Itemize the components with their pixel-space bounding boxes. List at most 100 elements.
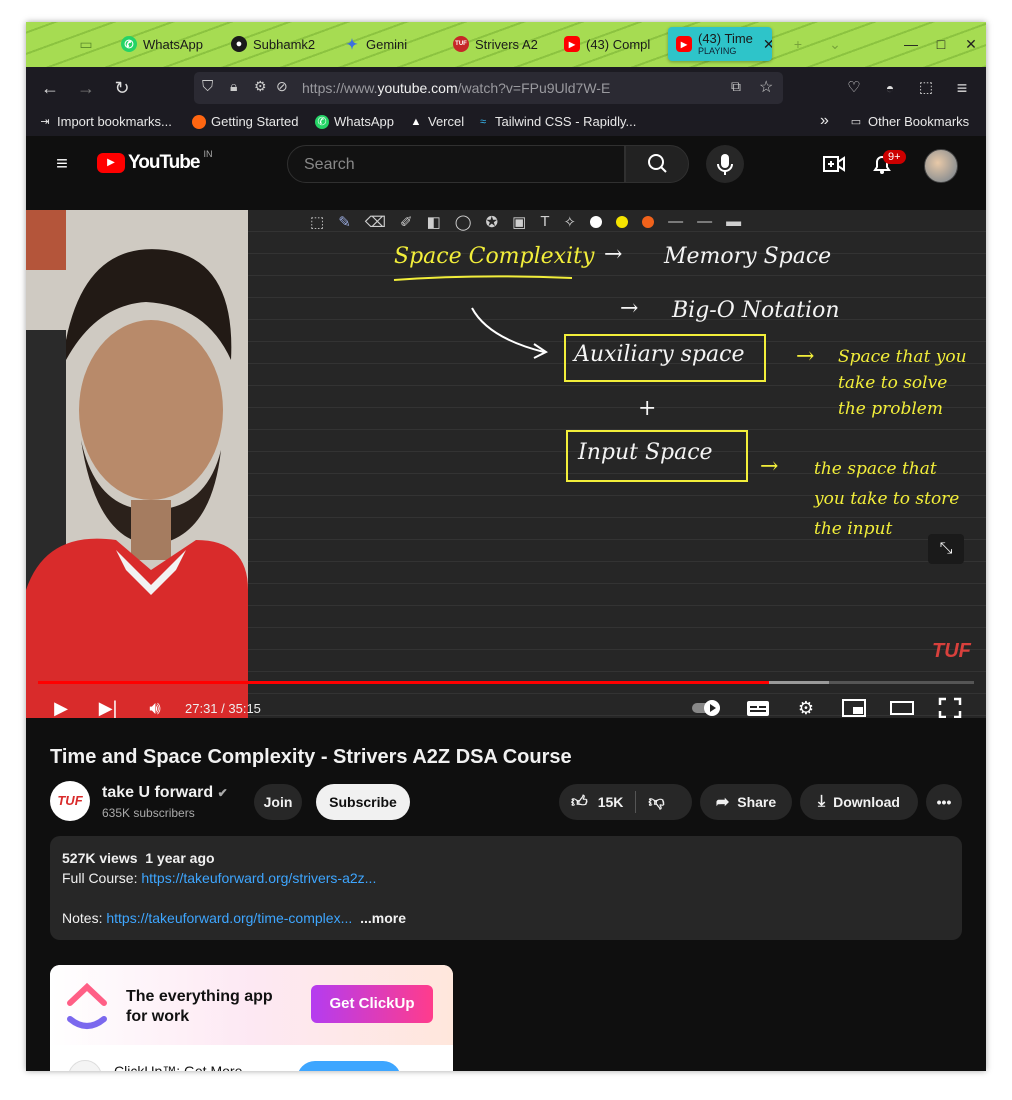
progress-bar[interactable] xyxy=(38,681,974,684)
select-icon[interactable]: ⬚ xyxy=(310,213,324,231)
reload-icon[interactable]: ↻ xyxy=(110,76,134,100)
pen-icon[interactable]: ✎ xyxy=(338,213,351,231)
expand-icon[interactable]: ⤡ xyxy=(928,534,964,564)
video-player[interactable]: ⬚ ✎ ⌫ ✐ ◧ ◯ ✪ ▣ T ✧ — — ▬ Space Complexi… xyxy=(26,210,986,718)
miniplayer-icon[interactable] xyxy=(840,696,868,718)
autoplay-blocked-icon[interactable]: ⊘ xyxy=(276,78,288,95)
dislike-icon[interactable]: 👎︎ xyxy=(648,793,664,812)
ad-card[interactable]: The everything app for work Get ClickUp … xyxy=(50,965,453,1071)
extensions-icon[interactable]: ⬚ xyxy=(914,76,938,100)
more-actions-icon[interactable]: ••• xyxy=(926,784,962,820)
channel-name[interactable]: take U forward ✔ xyxy=(102,784,228,802)
share-button[interactable]: ➦ Share xyxy=(700,784,792,820)
thin-stroke-icon[interactable]: — xyxy=(668,213,683,231)
share-icon: ➦ xyxy=(715,794,730,811)
search-input[interactable]: Search xyxy=(287,145,625,183)
orange-color-swatch[interactable] xyxy=(642,216,655,228)
search-button[interactable] xyxy=(625,145,689,183)
autoplay-toggle[interactable] xyxy=(690,696,726,718)
join-button[interactable]: Join xyxy=(254,784,302,820)
tab-strivers[interactable]: TUF Strivers A2 xyxy=(453,28,545,60)
avatar[interactable] xyxy=(924,149,958,183)
laser-icon[interactable]: ✧ xyxy=(563,213,576,231)
pocket-icon[interactable]: ♡ xyxy=(842,76,866,100)
theater-mode-icon[interactable] xyxy=(888,696,916,718)
maximize-icon[interactable]: □ xyxy=(929,32,953,56)
drawing-toolbar: ⬚ ✎ ⌫ ✐ ◧ ◯ ✪ ▣ T ✧ — — ▬ xyxy=(310,213,741,231)
picture-in-picture-icon[interactable]: ⧉ xyxy=(731,78,741,95)
url-bar[interactable]: ⛉ 🔒︎ ⚙ ⊘ https://www.youtube.com/watch?v… xyxy=(194,72,783,104)
channel-avatar[interactable]: TUF xyxy=(50,781,90,821)
arrow-mark: → xyxy=(604,242,623,267)
tab-gemini[interactable]: ✦ Gemini xyxy=(344,28,434,60)
shield-icon[interactable]: ⛉ xyxy=(202,78,213,95)
subtitles-icon[interactable] xyxy=(744,696,772,718)
menu-icon[interactable]: ≡ xyxy=(950,76,974,100)
like-count[interactable]: 15K xyxy=(598,794,624,810)
medium-stroke-icon[interactable]: — xyxy=(697,213,712,231)
bookmarks-bar: ⇥ Import bookmarks... Getting Started ✆ … xyxy=(26,109,986,136)
bookmark-tailwind[interactable]: ≈ Tailwind CSS - Rapidly... xyxy=(476,114,636,129)
upload-date: 1 year ago xyxy=(145,850,215,866)
search-icon xyxy=(648,154,667,173)
folder-icon: ▭ xyxy=(850,115,862,128)
bookmark-import[interactable]: ⇥ Import bookmarks... xyxy=(38,114,171,129)
url-text[interactable]: https://www.youtube.com/watch?v=FPu9Uld7… xyxy=(302,80,610,96)
container-icon[interactable]: ◓ xyxy=(878,76,902,100)
sticker-icon[interactable]: ✪ xyxy=(486,213,499,231)
new-tab-icon[interactable]: + xyxy=(786,32,810,56)
bookmark-star-icon[interactable]: ☆ xyxy=(759,77,773,97)
notes-link[interactable]: https://takeuforward.org/time-complex... xyxy=(106,910,352,926)
back-icon[interactable]: ← xyxy=(38,76,62,100)
volume-icon[interactable]: 🔊︎ xyxy=(141,696,169,718)
show-more-link[interactable]: ...more xyxy=(360,910,406,926)
bookmark-whatsapp[interactable]: ✆ WhatsApp xyxy=(315,114,394,129)
eraser-icon[interactable]: ⌫ xyxy=(365,213,386,231)
tab-whatsapp[interactable]: ✆ WhatsApp xyxy=(121,28,221,60)
subscriber-count: 635K subscribers xyxy=(102,806,195,820)
vercel-icon: ▲ xyxy=(410,115,422,128)
youtube-logo[interactable]: ▶ YouTube IN xyxy=(97,149,212,174)
tab-youtube-complexity[interactable]: ▶ (43) Compl xyxy=(564,28,656,60)
lock-icon[interactable]: 🔒︎ xyxy=(230,78,237,95)
highlighter-icon[interactable]: ✐ xyxy=(400,213,413,231)
white-color-swatch[interactable] xyxy=(590,216,603,228)
voice-search-button[interactable] xyxy=(706,145,744,183)
next-icon[interactable]: ▶| xyxy=(94,696,122,718)
create-video-icon[interactable] xyxy=(822,152,846,176)
subscribe-button[interactable]: Subscribe xyxy=(316,784,410,820)
download-icon: ⤓ xyxy=(818,793,826,810)
text-icon[interactable]: T xyxy=(540,213,549,231)
shapes-icon[interactable]: ◧ xyxy=(427,213,441,231)
like-icon[interactable]: 👍︎ xyxy=(571,793,588,812)
chevrons-icon[interactable]: » xyxy=(820,112,829,130)
tab-youtube-active[interactable]: ▶ (43) Time PLAYING ✕ xyxy=(668,27,772,61)
course-link[interactable]: https://takeuforward.org/strivers-a2z... xyxy=(141,870,376,886)
whatsapp-icon: ✆ xyxy=(121,36,137,52)
other-bookmarks[interactable]: ▭ Other Bookmarks xyxy=(849,114,969,129)
permissions-icon[interactable]: ⚙ xyxy=(254,78,267,95)
lasso-icon[interactable]: ◯ xyxy=(455,213,472,231)
ad-cta-button[interactable]: Get ClickUp xyxy=(311,985,433,1023)
underline-mark xyxy=(393,275,573,281)
description-box[interactable]: 527K views 1 year ago Full Course: https… xyxy=(50,836,962,940)
tab-github[interactable]: ● Subhamk2 xyxy=(231,28,323,60)
thick-stroke-icon[interactable]: ▬ xyxy=(726,213,741,231)
image-icon[interactable]: ▣ xyxy=(512,213,526,231)
forward-icon[interactable]: → xyxy=(74,76,98,100)
close-tab-icon[interactable]: ✕ xyxy=(763,36,772,53)
hamburger-menu-icon[interactable]: ≡ xyxy=(50,152,74,176)
folder-icon[interactable]: ▭ xyxy=(74,32,98,56)
ad-action-button[interactable] xyxy=(297,1061,401,1071)
minimize-icon[interactable]: — xyxy=(899,32,923,56)
yellow-color-swatch[interactable] xyxy=(616,216,629,228)
fullscreen-icon[interactable] xyxy=(936,696,964,718)
close-window-icon[interactable]: ✕ xyxy=(959,32,983,56)
tab-list-icon[interactable]: ⌄ xyxy=(823,32,847,56)
bookmark-vercel[interactable]: ▲ Vercel xyxy=(409,114,465,129)
play-icon[interactable]: ▶ xyxy=(47,696,75,718)
settings-icon[interactable]: ⚙ xyxy=(792,696,820,718)
bookmark-getting-started[interactable]: Getting Started xyxy=(192,114,298,129)
download-button[interactable]: ⤓ Download xyxy=(800,784,918,820)
view-count: 527K views xyxy=(62,850,138,866)
